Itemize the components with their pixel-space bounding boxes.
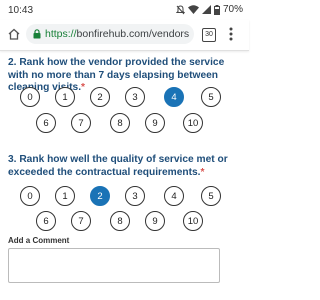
comment-textarea[interactable] bbox=[8, 248, 220, 283]
tab-switcher-button[interactable]: 30 bbox=[202, 28, 216, 42]
rating-option-9[interactable]: 9 bbox=[145, 113, 165, 133]
rating-option-6[interactable]: 6 bbox=[36, 211, 56, 231]
rating-option-1[interactable]: 1 bbox=[55, 87, 75, 107]
browser-toolbar: https://bonfirehub.com/vendors 30 bbox=[0, 20, 249, 51]
question-3-text: 3. Rank how well the quality of service … bbox=[8, 154, 228, 178]
question-2-text: 2. Rank how the vendor provided the serv… bbox=[8, 57, 225, 93]
address-bar[interactable]: https://bonfirehub.com/vendors bbox=[26, 24, 194, 44]
required-marker: * bbox=[81, 82, 86, 93]
status-bar: 10:43 70% bbox=[0, 0, 249, 20]
rating-option-1[interactable]: 1 bbox=[55, 186, 75, 206]
notifications-off-icon bbox=[175, 4, 185, 15]
status-icons: 70% bbox=[175, 4, 243, 15]
rating-option-7[interactable]: 7 bbox=[71, 211, 91, 231]
rating-option-8[interactable]: 8 bbox=[110, 113, 130, 133]
battery-icon bbox=[213, 4, 220, 15]
url-scheme: https:// bbox=[45, 28, 77, 40]
rating-option-0[interactable]: 0 bbox=[20, 87, 40, 107]
comment-label: Add a Comment bbox=[8, 236, 70, 245]
rating-option-0[interactable]: 0 bbox=[20, 186, 40, 206]
rating-option-6[interactable]: 6 bbox=[36, 113, 56, 133]
rating-option-3[interactable]: 3 bbox=[125, 87, 145, 107]
url-domain: bonfirehub.com/vendors bbox=[76, 28, 190, 40]
rating-option-5[interactable]: 5 bbox=[201, 186, 221, 206]
battery-percent: 70% bbox=[222, 4, 243, 15]
rating-option-7[interactable]: 7 bbox=[71, 113, 91, 133]
rating-option-8[interactable]: 8 bbox=[110, 211, 130, 231]
rating-option-4[interactable]: 4 bbox=[164, 186, 184, 206]
signal-icon bbox=[201, 5, 211, 14]
rating-option-5[interactable]: 5 bbox=[201, 87, 221, 107]
question-3-title: 3. Rank how well the quality of service … bbox=[8, 154, 246, 179]
lock-icon bbox=[33, 29, 41, 39]
rating-option-10[interactable]: 10 bbox=[183, 113, 203, 133]
required-marker: * bbox=[200, 166, 205, 178]
rating-option-2[interactable]: 2 bbox=[90, 186, 110, 206]
rating-option-3[interactable]: 3 bbox=[125, 186, 145, 206]
wifi-icon bbox=[187, 5, 199, 14]
rating-option-4[interactable]: 4 bbox=[164, 87, 184, 107]
more-options-icon[interactable] bbox=[229, 27, 233, 46]
url-text: https://bonfirehub.com/vendors bbox=[45, 28, 189, 40]
rating-option-9[interactable]: 9 bbox=[145, 211, 165, 231]
home-icon[interactable] bbox=[8, 27, 20, 45]
rating-option-10[interactable]: 10 bbox=[183, 211, 203, 231]
status-time: 10:43 bbox=[8, 5, 34, 16]
rating-option-2[interactable]: 2 bbox=[90, 87, 110, 107]
